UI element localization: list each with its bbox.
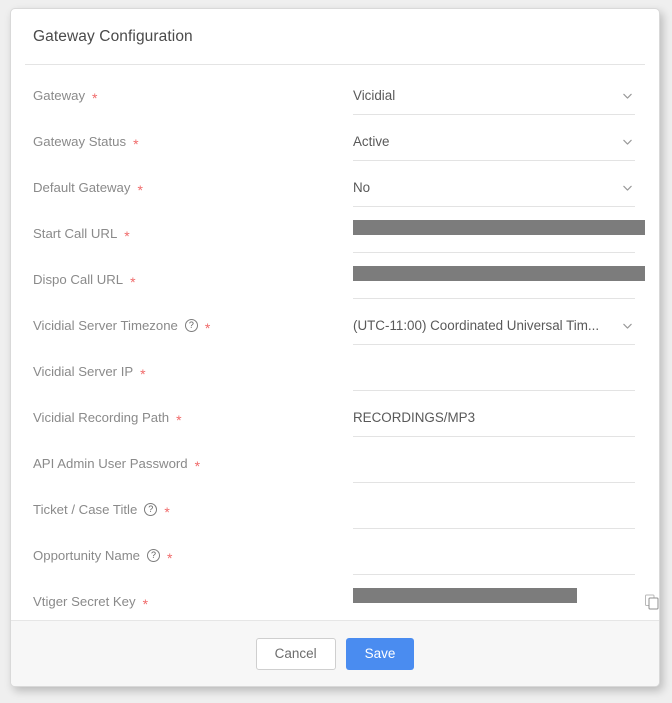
form-row: Gateway * Vicidial (11, 77, 659, 123)
field-label: Vicidial Server IP * (33, 353, 353, 382)
field-label: Vicidial Server Timezone? * (33, 307, 353, 336)
required-marker: * (176, 411, 182, 428)
cancel-button[interactable]: Cancel (255, 637, 336, 670)
field-input[interactable] (353, 491, 635, 529)
field-input[interactable] (353, 445, 635, 483)
field-label: Opportunity Name? * (33, 537, 353, 566)
required-marker: * (137, 181, 143, 198)
card-footer: Cancel Save (11, 620, 659, 686)
field-label: Start Call URL * (33, 215, 353, 244)
page-title: Gateway Configuration (33, 27, 193, 45)
redacted-value-overlay (353, 220, 645, 235)
field-label: Gateway * (33, 77, 353, 106)
field-input[interactable] (353, 537, 635, 575)
field-input[interactable]: RECORDINGS/MP3 (353, 399, 635, 437)
field-value: Active (353, 134, 390, 149)
required-marker: * (167, 549, 173, 566)
field-select[interactable]: Vicidial (353, 77, 635, 115)
required-marker: * (164, 503, 170, 520)
required-marker: * (92, 89, 98, 106)
required-marker: * (204, 319, 211, 336)
field-label: API Admin User Password * (33, 445, 353, 474)
form-row: Dispo Call URL * (11, 261, 659, 307)
form-row: Vtiger Secret Key * (11, 583, 659, 620)
field-label-text: Vicidial Server Timezone (33, 318, 178, 333)
field-value: (UTC-11:00) Coordinated Universal Tim... (353, 318, 600, 333)
field-label-text: Start Call URL (33, 226, 118, 241)
field-input[interactable] (353, 261, 645, 299)
field-label: Vicidial Recording Path * (33, 399, 353, 428)
form-row: Start Call URL * (11, 215, 659, 261)
form-row: Ticket / Case Title? * (11, 491, 659, 537)
redacted-value-overlay (353, 266, 645, 281)
field-label-text: Gateway (33, 88, 86, 103)
field-label: Gateway Status * (33, 123, 353, 152)
form-row: Opportunity Name? * (11, 537, 659, 583)
save-button[interactable]: Save (345, 637, 415, 670)
field-label: Default Gateway * (33, 169, 353, 198)
field-label-text: Vtiger Secret Key (33, 594, 136, 609)
field-input[interactable] (353, 353, 635, 391)
form-row: API Admin User Password * (11, 445, 659, 491)
required-marker: * (194, 457, 201, 474)
form-row: Vicidial Server Timezone? * (UTC-11:00) Co… (11, 307, 659, 353)
required-marker: * (142, 595, 149, 612)
field-label-text: Default Gateway (33, 180, 131, 195)
required-marker: * (130, 273, 136, 290)
help-icon[interactable]: ? (144, 503, 158, 516)
required-marker: * (133, 135, 139, 152)
redacted-value-overlay (353, 588, 577, 603)
help-icon[interactable]: ? (184, 319, 198, 332)
required-marker: * (140, 365, 146, 382)
form-row: Vicidial Server IP * (11, 353, 659, 399)
required-marker: * (124, 227, 130, 244)
field-label-text: Opportunity Name (33, 548, 141, 563)
configuration-form: Gateway * Vicidial Gateway Status * Active Def… (11, 65, 659, 620)
field-label-text: API Admin User Password (33, 456, 188, 471)
field-label-text: Dispo Call URL (33, 272, 124, 287)
field-label-text: Gateway Status (33, 134, 127, 149)
card-header: Gateway Configuration (11, 9, 659, 64)
form-row: Gateway Status * Active (11, 123, 659, 169)
field-label: Ticket / Case Title? * (33, 491, 353, 520)
gateway-configuration-card: Gateway Configuration Gateway * Vicidial Ga… (10, 8, 660, 687)
field-value: No (353, 180, 371, 195)
field-value: Vicidial (353, 88, 396, 103)
field-label: Vtiger Secret Key * (33, 583, 353, 612)
form-row: Vicidial Recording Path * RECORDINGS/MP3 (11, 399, 659, 445)
field-value: RECORDINGS/MP3 (353, 410, 476, 425)
field-label-text: Ticket / Case Title (33, 502, 138, 517)
form-row: Default Gateway * No (11, 169, 659, 215)
field-input[interactable] (353, 215, 645, 253)
field-select[interactable]: No (353, 169, 635, 207)
field-label-text: Vicidial Server IP (33, 364, 134, 379)
field-select[interactable]: Active (353, 123, 635, 161)
field-label-text: Vicidial Recording Path (33, 410, 170, 425)
help-icon[interactable]: ? (147, 549, 161, 562)
field-select[interactable]: (UTC-11:00) Coordinated Universal Tim... (353, 307, 635, 345)
field-input[interactable] (353, 583, 659, 620)
field-label: Dispo Call URL * (33, 261, 353, 290)
copy-icon[interactable] (645, 594, 659, 609)
